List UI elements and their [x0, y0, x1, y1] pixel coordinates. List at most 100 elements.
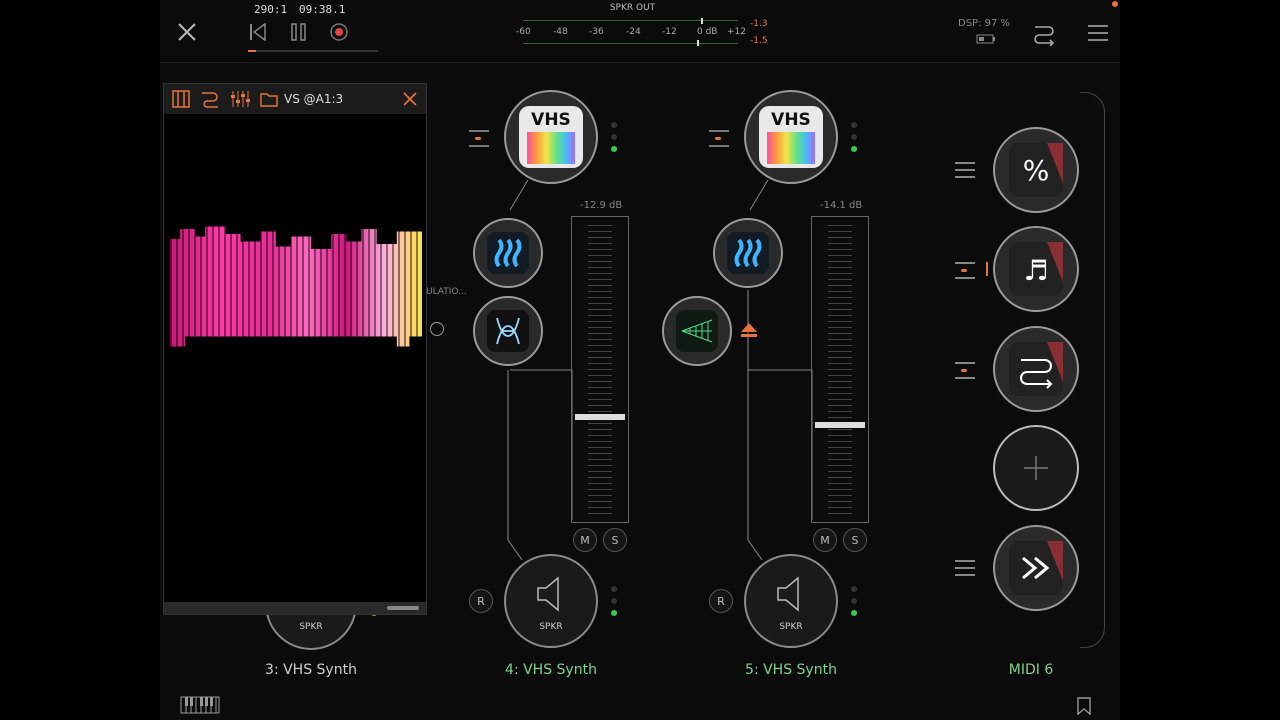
midi1-menu-icon[interactable]	[955, 162, 975, 178]
scale-plugin-icon: %	[1009, 143, 1063, 197]
track4-dot-3	[611, 146, 617, 152]
track5-fader[interactable]	[811, 216, 869, 523]
plugin-window-header[interactable]: VS @A1:3	[164, 84, 426, 114]
track5-dot-3	[851, 146, 857, 152]
record-icon[interactable]	[329, 22, 349, 42]
track5-dot-2	[851, 134, 857, 140]
track5-label[interactable]: 5: VHS Synth	[711, 662, 871, 678]
plugin-window[interactable]: VS @A1:3	[163, 83, 427, 615]
midi3-menu-icon[interactable]	[955, 362, 975, 379]
transport-time: 09:38.1	[299, 3, 346, 16]
track5-level: -14.1 dB	[820, 200, 863, 211]
eject-icon[interactable]	[740, 322, 758, 338]
plugin-window-footer	[164, 602, 426, 614]
meter-title: SPKR OUT	[609, 3, 656, 13]
meter-tick: -24	[626, 27, 641, 37]
track4-solo-button[interactable]: S	[603, 528, 627, 552]
keys-icon[interactable]	[172, 90, 190, 108]
track5-out-dot-1	[851, 586, 857, 592]
track4-dot-2	[611, 134, 617, 140]
midi-plugin-notes[interactable]: ♬	[993, 226, 1079, 312]
music-notes-icon: ♬	[1009, 242, 1063, 296]
speaker-icon	[777, 576, 799, 612]
vhs-icon: VHS	[519, 106, 583, 168]
meter-tick: +12	[727, 27, 746, 37]
track4-fader[interactable]	[571, 216, 629, 523]
track4-out-dot-1	[611, 586, 617, 592]
midi-label[interactable]: MIDI 6	[951, 662, 1111, 678]
vhs-visualizer	[170, 226, 422, 347]
track5-record-button[interactable]: R	[709, 589, 733, 613]
track5-output-node[interactable]	[744, 554, 838, 648]
dsp-label: DSP: 97 %	[958, 18, 1011, 29]
track4-out-dot-2	[611, 598, 617, 604]
resize-handle[interactable]	[387, 606, 419, 610]
track5-solo-button[interactable]: S	[843, 528, 867, 552]
track5-mute-button[interactable]: M	[813, 528, 837, 552]
track5-settings-icon[interactable]	[709, 130, 729, 147]
track3-knob[interactable]	[430, 322, 444, 336]
track4-fader-cap[interactable]	[575, 414, 625, 420]
transport-position: 290:1	[254, 3, 288, 16]
mixer-icon[interactable]	[230, 90, 250, 108]
track4-output-label: SPKR	[539, 622, 563, 632]
add-midi-plugin-button[interactable]	[993, 425, 1079, 511]
battery-icon	[976, 34, 995, 44]
track5-output-label: SPKR	[779, 622, 803, 632]
track4-record-button[interactable]: R	[469, 589, 493, 613]
midi-column-frame	[1080, 92, 1105, 648]
track4-out-dot-3	[611, 610, 617, 616]
track4-filter-plugin[interactable]	[473, 296, 543, 366]
svg-text:♬: ♬	[1023, 254, 1048, 287]
close-icon[interactable]	[403, 92, 417, 106]
speaker-icon	[537, 576, 559, 612]
track5-out-dot-2	[851, 598, 857, 604]
plugin-window-title: VS @A1:3	[284, 92, 344, 106]
midi-plugin-scale[interactable]: %	[993, 127, 1079, 213]
track5-out-dot-3	[851, 610, 857, 616]
track4-wave-plugin[interactable]	[473, 218, 543, 288]
track5-dot-1	[851, 122, 857, 128]
midi2-menu-icon[interactable]	[955, 262, 975, 279]
close-icon[interactable]	[177, 22, 197, 42]
midi-plugin-route[interactable]	[993, 326, 1079, 412]
track5-shape-plugin[interactable]	[662, 296, 732, 366]
track4-mute-button[interactable]: M	[573, 528, 597, 552]
folder-icon[interactable]	[260, 91, 278, 107]
track4-dot-1	[611, 122, 617, 128]
routing-icon[interactable]	[1032, 22, 1056, 46]
meter-tick: -12	[662, 27, 677, 37]
plus-icon	[1024, 456, 1048, 480]
track3-label[interactable]: 3: VHS Synth	[231, 662, 391, 678]
keyboard-icon[interactable]	[180, 696, 220, 714]
wave-effect-icon	[727, 232, 769, 274]
track4-level: -12.9 dB	[580, 200, 623, 211]
menu-icon[interactable]	[1088, 25, 1108, 41]
rewind-icon[interactable]	[248, 22, 268, 42]
track4-label[interactable]: 4: VHS Synth	[471, 662, 631, 678]
meter-tick: -48	[553, 27, 568, 37]
track4-output-node[interactable]	[504, 554, 598, 648]
pause-icon[interactable]	[290, 22, 308, 42]
meter-tick: -36	[589, 27, 604, 37]
meter-peak-left: -1.3	[750, 19, 768, 29]
track5-wave-plugin[interactable]	[713, 218, 783, 288]
transport-progress[interactable]	[248, 50, 378, 52]
track4-settings-icon[interactable]	[469, 130, 489, 147]
meter-peak-right: -1.5	[750, 36, 768, 46]
vhs-icon: VHS	[759, 106, 823, 168]
midi5-menu-icon[interactable]	[955, 560, 975, 576]
midi2-marker	[986, 262, 988, 276]
top-divider	[160, 62, 1120, 63]
corner-indicator	[1112, 1, 1118, 7]
track5-fader-cap[interactable]	[815, 422, 865, 428]
meter-tick: -60	[516, 27, 531, 37]
ramp-effect-icon	[676, 310, 718, 352]
svg-text:%: %	[1023, 154, 1050, 187]
midi-plugin-forward[interactable]	[993, 525, 1079, 611]
routing-icon[interactable]	[200, 90, 220, 108]
bookmark-icon[interactable]	[1077, 697, 1091, 715]
fast-forward-plugin-icon	[1009, 541, 1063, 595]
filter-effect-icon	[487, 310, 529, 352]
output-meter: -60 -48 -36 -24 -12 0 dB +12	[516, 18, 746, 48]
